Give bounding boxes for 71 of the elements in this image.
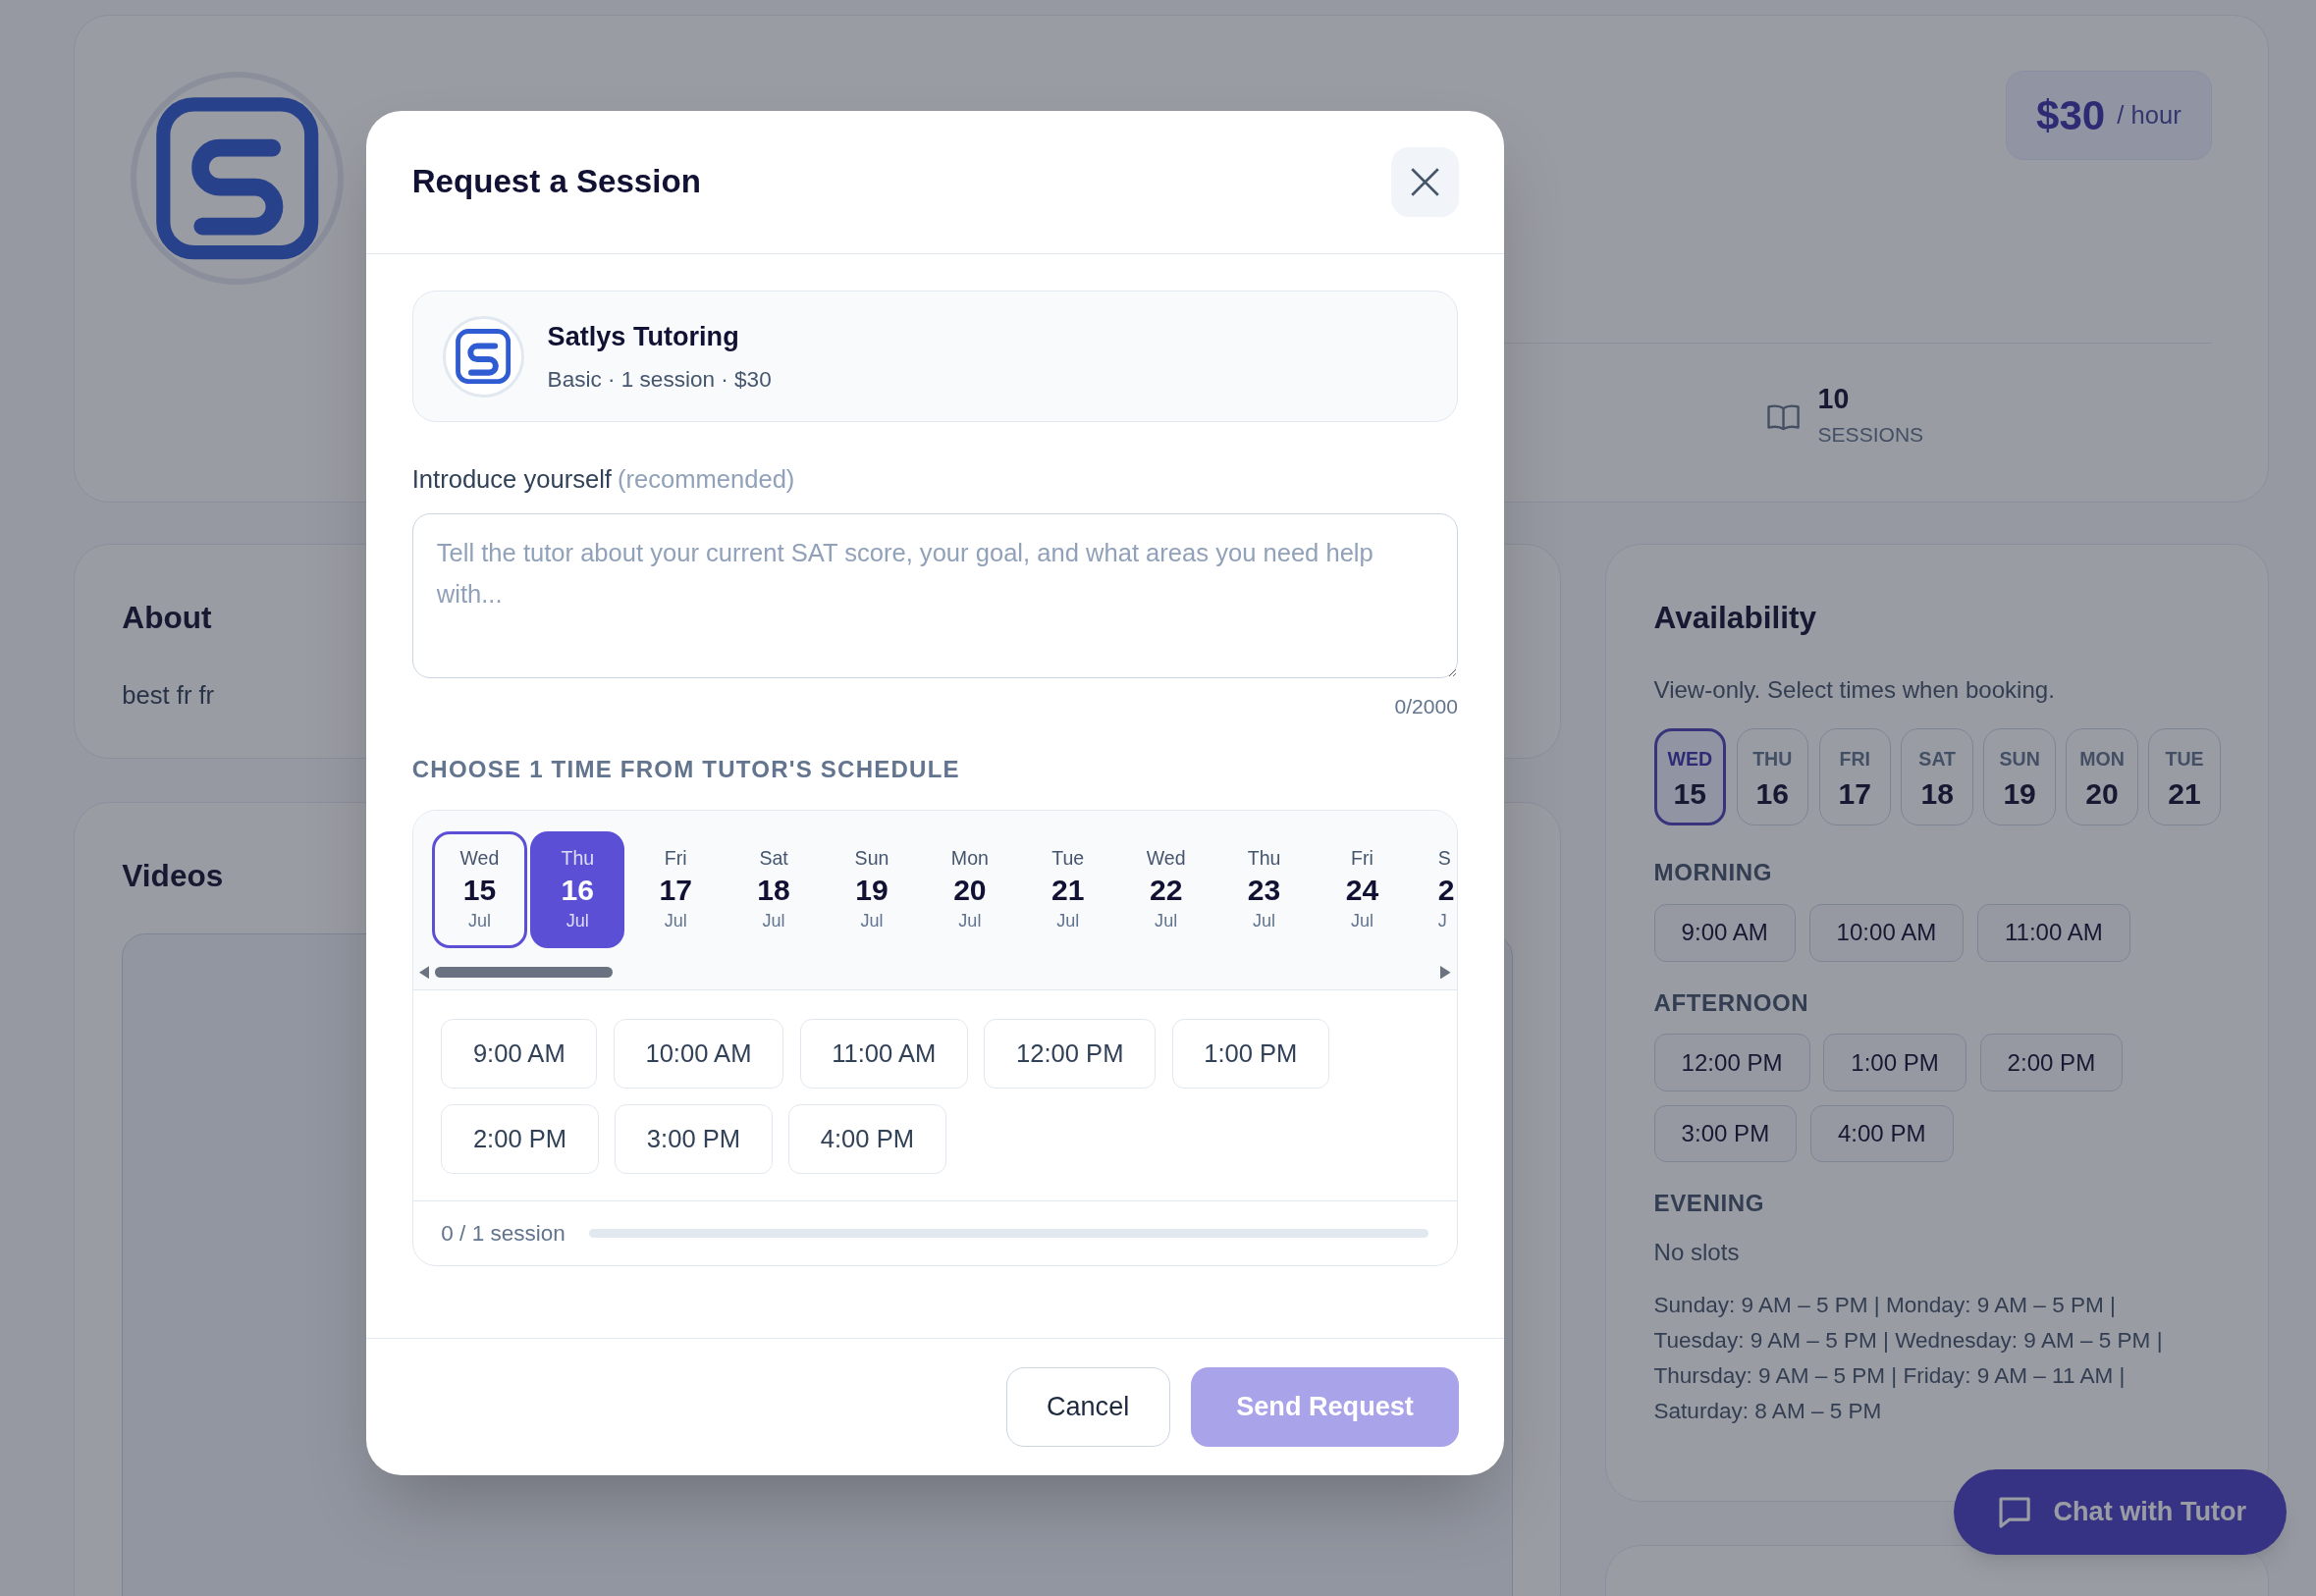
time-chip: 9:00 AM <box>1653 903 1796 962</box>
empty-text: No slots <box>1653 1237 1740 1267</box>
time-slot-button[interactable]: 10:00 AM <box>613 1018 784 1089</box>
time-slot-button[interactable]: 1:00 PM <box>1171 1018 1329 1089</box>
logo-icon <box>454 327 513 387</box>
field-label: Introduce yourself <box>411 464 612 496</box>
chat-button[interactable]: Chat with Tutor <box>1954 1468 2287 1556</box>
date-chip[interactable]: Sun 19 Jul <box>824 830 920 948</box>
time-slot-button[interactable]: 11:00 AM <box>799 1018 968 1089</box>
weekday-label: THU <box>1752 746 1793 771</box>
date-number: 19 <box>2003 779 2036 810</box>
date-chip[interactable]: Tue 21 Jul <box>1020 830 1115 948</box>
date-chip[interactable]: S 2 J <box>1413 830 1457 948</box>
weekday-label: SUN <box>1999 746 2040 771</box>
date-chip[interactable]: Thu 16 Jul <box>530 830 625 948</box>
date-chip[interactable]: Fri 24 Jul <box>1315 830 1410 948</box>
date-number: 20 <box>2085 779 2119 810</box>
field-hint: (recommended) <box>617 464 795 496</box>
tutor-name: Satlys Tutoring <box>547 320 740 354</box>
time-chip: 11:00 AM <box>1976 903 2130 962</box>
date-number: 16 <box>1755 779 1789 810</box>
time-chip: 10:00 AM <box>1808 903 1965 962</box>
date-number: 15 <box>1673 779 1706 810</box>
schedule-summary: Sunday: 9 AM – 5 PM | Monday: 9 AM – 5 PM | Tuesday: 9 AM – 5 PM | Wednesday: 9 AM – 5 PM | Thursday: 9 AM – 5 PM | Friday: 9 AM – 11 AM | Saturday: 8 AM – 5 PM <box>1653 1292 2164 1426</box>
scroll-left-icon[interactable] <box>418 965 430 980</box>
time-chip: 1:00 PM <box>1823 1034 1966 1091</box>
introduction-field[interactable]: Tell the tutor about your current SAT score, your goal, and what areas you need help with... <box>411 512 1458 679</box>
price-badge: $30 / hour <box>2005 70 2212 161</box>
time-slot-button[interactable]: 3:00 PM <box>615 1104 773 1174</box>
stat-value: 10 <box>1817 385 1851 413</box>
period-heading: MORNING <box>1653 858 1773 888</box>
time-chip: 2:00 PM <box>1979 1034 2124 1091</box>
cancel-button[interactable]: Cancel <box>1005 1366 1170 1448</box>
date-number: 21 <box>2168 779 2201 810</box>
time-slot-button[interactable]: 4:00 PM <box>788 1104 946 1174</box>
date-chip[interactable]: Sat 18 Jul <box>726 830 822 948</box>
package-details: Basic · 1 session · $30 <box>547 365 772 394</box>
section-title: Videos <box>122 857 224 896</box>
character-counter: 0/2000 <box>1394 694 1458 720</box>
section-title: About <box>122 598 212 637</box>
date-chip[interactable]: Wed 15 Jul <box>432 830 527 948</box>
date-chip[interactable]: Wed 22 Jul <box>1118 830 1213 948</box>
session-count: 0 / 1 session <box>441 1219 566 1248</box>
time-chip: 4:00 PM <box>1809 1104 1954 1163</box>
weekday-label: FRI <box>1839 746 1870 771</box>
date-chip[interactable]: Mon 20 Jul <box>922 830 1017 948</box>
about-text: best fr fr <box>122 680 215 712</box>
period-heading: AFTERNOON <box>1653 987 1809 1018</box>
time-chip: 12:00 PM <box>1653 1034 1810 1091</box>
book-icon <box>1767 402 1801 433</box>
availability-note: View-only. Select times when booking. <box>1653 674 2055 705</box>
date-chip[interactable]: Fri 17 Jul <box>628 830 724 948</box>
period-heading: EVENING <box>1653 1189 1765 1219</box>
weekday-label: MON <box>2079 746 2125 771</box>
scroll-right-icon[interactable] <box>1440 965 1451 980</box>
date-chip[interactable]: Thu 23 Jul <box>1216 830 1312 948</box>
date-number: 17 <box>1838 779 1871 810</box>
scrollbar-thumb[interactable] <box>435 967 613 978</box>
section-title: Availability <box>1653 598 1817 637</box>
schedule-heading: CHOOSE 1 TIME FROM TUTOR'S SCHEDULE <box>411 755 960 785</box>
weekday-label: TUE <box>2165 746 2204 771</box>
time-slot-button[interactable]: 2:00 PM <box>441 1104 599 1174</box>
weekday-label: WED <box>1667 746 1713 771</box>
stat-label: SESSIONS <box>1817 421 1924 448</box>
close-button[interactable] <box>1391 146 1460 217</box>
time-slot-button[interactable]: 9:00 AM <box>441 1018 598 1089</box>
weekday-label: SAT <box>1918 746 1956 771</box>
time-slot-button[interactable]: 12:00 PM <box>984 1018 1157 1089</box>
dialog-title: Request a Session <box>411 162 701 202</box>
time-chip: 3:00 PM <box>1653 1104 1798 1163</box>
date-number: 18 <box>1920 779 1954 810</box>
